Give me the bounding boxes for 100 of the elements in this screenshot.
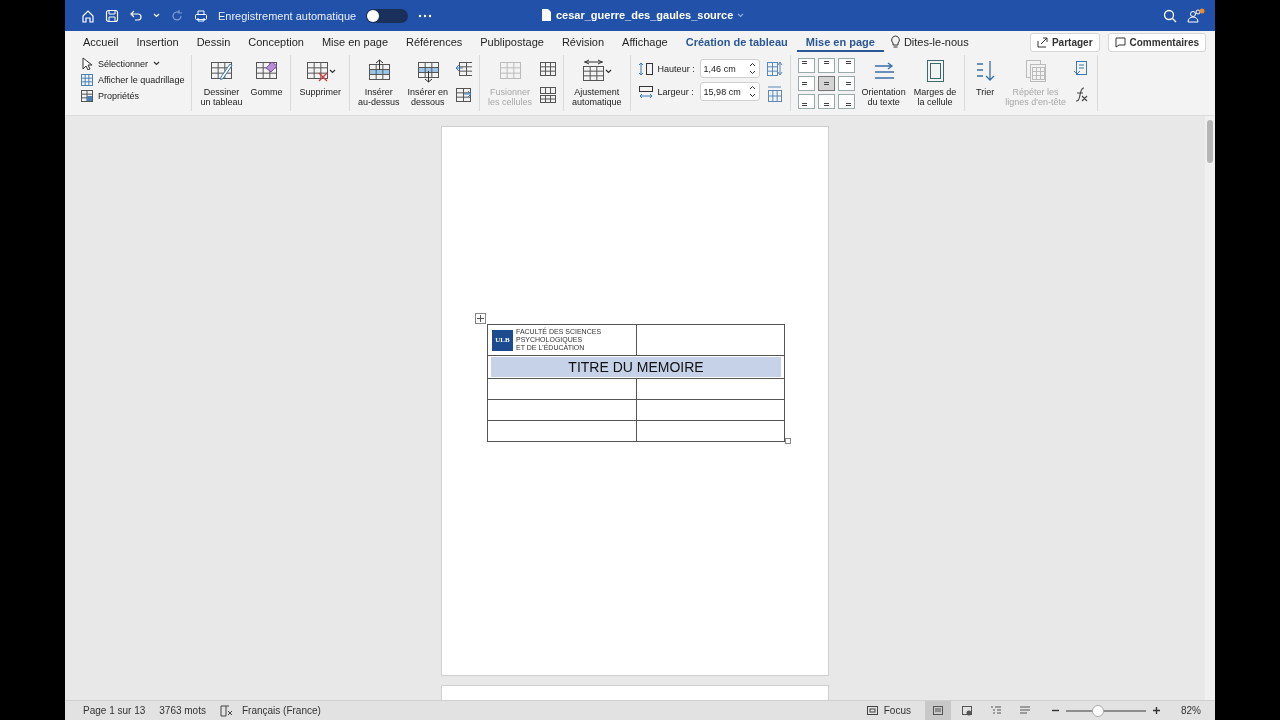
distribute-rows-button[interactable] [765, 60, 783, 77]
row-insert-below-icon [415, 59, 440, 83]
home-icon[interactable] [81, 8, 95, 23]
ribbon-button[interactable]: Insérer en dessous [406, 57, 450, 107]
alignment-button[interactable] [837, 76, 855, 91]
ribbon-button[interactable]: Orientation du texte [860, 57, 907, 107]
autofit-icon [581, 59, 606, 83]
people-icon[interactable] [1187, 7, 1205, 24]
alignment-button[interactable] [817, 94, 835, 109]
split-cells-icon [539, 60, 557, 77]
alignment-icon [801, 82, 807, 85]
zoom-slider-thumb[interactable] [1092, 704, 1104, 717]
web-layout-icon [961, 705, 973, 716]
properties-icon [80, 89, 93, 102]
page-count[interactable]: Page 1 sur 13 [83, 705, 146, 716]
ribbon-button[interactable]: Ajustement automatique [571, 57, 623, 107]
view-button[interactable] [925, 701, 951, 720]
share-button[interactable]: Partager [1029, 32, 1100, 52]
alignment-button[interactable] [797, 76, 815, 91]
menu-tab[interactable]: Mise en page [796, 32, 884, 52]
print-icon[interactable] [194, 8, 208, 23]
convert-to-text-icon [1072, 60, 1090, 77]
caret-icon [153, 13, 160, 18]
menu-tab[interactable]: Références [397, 32, 472, 52]
column-insert-left-icon [455, 60, 473, 77]
menu-tab[interactable]: Dessin [187, 32, 240, 52]
caret-icon [605, 68, 613, 74]
comments-button[interactable]: Commentaires [1107, 32, 1206, 52]
ribbon-button[interactable]: Insérer au-dessus [356, 57, 401, 107]
alignment-button[interactable] [797, 58, 815, 73]
autosave-label: Enregistrement automatique [218, 9, 357, 22]
ribbon-button[interactable]: Propriétés [80, 89, 185, 102]
ribbon-button[interactable]: Dessiner un tableau [199, 57, 244, 107]
redo-icon [170, 8, 184, 23]
menu-tab[interactable]: Accueil [74, 32, 128, 52]
table-delete-icon [304, 59, 329, 83]
distribute-rows-icon [765, 60, 783, 77]
alignment-button[interactable] [797, 94, 815, 109]
distribute-columns-icon [765, 86, 783, 103]
menu-tab[interactable]: Révision [552, 32, 614, 52]
zoom-in-icon[interactable] [1152, 706, 1161, 715]
split-table-icon [539, 86, 557, 103]
menu-tab[interactable]: Conception [239, 32, 313, 52]
column-insert-left-button[interactable] [455, 60, 473, 77]
alignment-button[interactable] [817, 76, 835, 91]
focus-button[interactable]: Focus [865, 705, 911, 716]
distribute-columns-button[interactable] [765, 86, 783, 103]
alignment-button[interactable] [837, 94, 855, 109]
alignment-icon [823, 82, 829, 85]
spin-arrows-icon [748, 62, 756, 75]
spin-arrows-icon [748, 85, 756, 98]
cursor-arrow-icon [80, 57, 93, 70]
undo-icon[interactable] [129, 8, 143, 23]
more-icon[interactable] [418, 12, 433, 19]
scrollbar[interactable] [1205, 116, 1215, 700]
print-layout-icon [932, 705, 944, 716]
ribbon-button[interactable]: Supprimer [298, 57, 342, 97]
menu-tab[interactable]: Création de tableau [676, 32, 797, 52]
field-label: Largeur : [657, 86, 695, 97]
language[interactable]: Français (France) [241, 705, 321, 716]
focus-icon [865, 705, 879, 716]
caret-icon [153, 61, 161, 66]
split-table-button[interactable] [539, 86, 557, 103]
word-count[interactable]: 3763 mots [159, 705, 206, 716]
table-move-handle[interactable] [475, 313, 486, 324]
search-icon[interactable] [1163, 8, 1177, 23]
save-icon[interactable] [105, 8, 119, 23]
draft-icon [1019, 705, 1031, 716]
alignment-button[interactable] [837, 58, 855, 73]
alignment-icon [823, 61, 829, 64]
comment-icon [1114, 36, 1126, 48]
input-field[interactable]: 1,46 cm [699, 59, 760, 78]
caret-icon [737, 12, 745, 18]
ribbon-button[interactable]: Gomme [249, 57, 284, 97]
ribbon-button[interactable]: Marges de la cellule [912, 57, 958, 107]
ribbon-button[interactable]: Trier [972, 57, 999, 97]
menu-tab[interactable]: Affichage [613, 32, 677, 52]
proofing-icon[interactable] [219, 704, 234, 717]
scrollbar-thumb[interactable] [1207, 120, 1213, 163]
menu-tab[interactable]: Publipostage [471, 32, 553, 52]
row-height-icon [637, 60, 654, 77]
document-title: cesar_guerre_des_gaules_source [556, 9, 734, 21]
menu-tab[interactable]: Insertion [127, 32, 188, 52]
ribbon-button[interactable]: Sélectionner [80, 57, 185, 70]
ribbon-button[interactable]: Afficher le quadrillage [80, 73, 185, 86]
convert-to-text-button[interactable] [1072, 60, 1090, 77]
tell-me-button[interactable]: Dites-le-nous [883, 35, 975, 49]
column-width-icon [637, 83, 654, 100]
split-cells-button[interactable] [539, 60, 557, 77]
column-insert-right-icon [455, 86, 473, 103]
table-resize-handle[interactable] [785, 438, 791, 444]
zoom-percent[interactable]: 82% [1181, 705, 1201, 716]
input-field[interactable]: 15,98 cm [699, 82, 760, 101]
alignment-icon [801, 61, 807, 64]
autosave-toggle[interactable] [366, 8, 409, 23]
column-insert-right-button[interactable] [455, 86, 473, 103]
alignment-button[interactable] [817, 58, 835, 73]
menu-tab[interactable]: Mise en page [312, 32, 397, 52]
alignment-icon [845, 61, 851, 64]
field-label: Hauteur : [657, 63, 696, 74]
